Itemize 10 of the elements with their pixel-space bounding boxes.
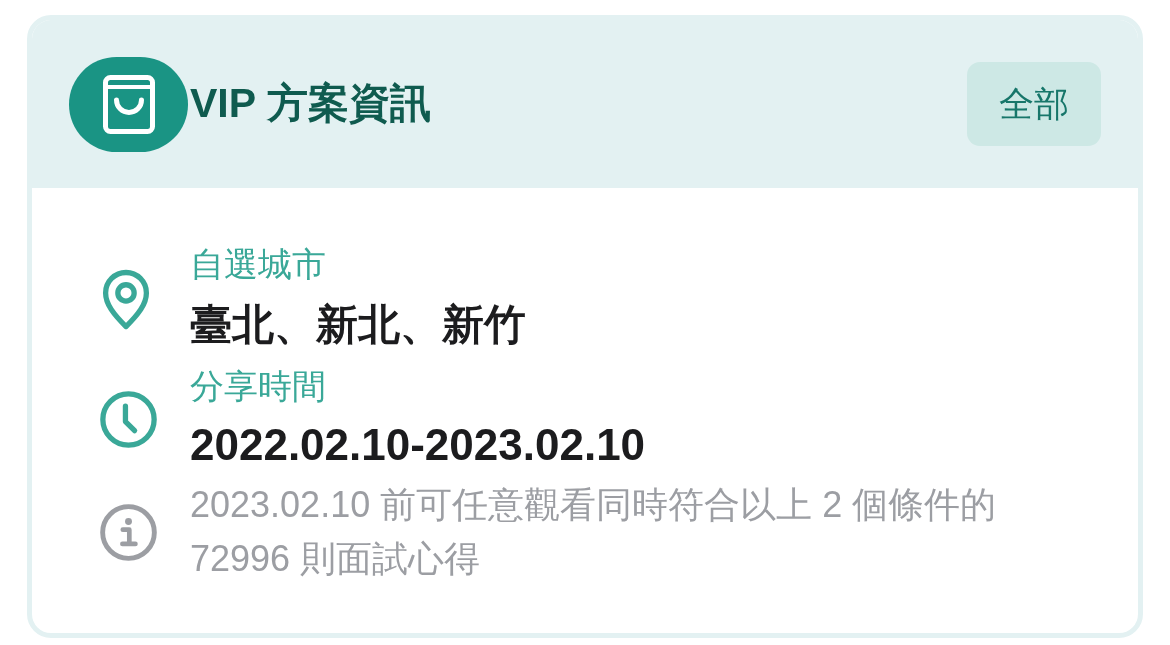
field-label: 分享時間 [190,366,327,407]
section-title: VIP 方案資訊 [190,79,431,129]
view-all-button[interactable]: 全部 [967,62,1101,146]
info-note: 2023.02.10 前可任意觀看同時符合以上 2 個條件的 72996 則面試心得 [190,483,998,581]
field-value: 臺北、新北、新竹 [190,300,526,350]
info-icon [100,503,157,561]
date-range: 2022.02.10-2023.02.10 [190,419,646,471]
location-pin-icon [100,268,152,330]
clock-icon [100,390,157,448]
field-label: 自選城市 [190,244,327,285]
